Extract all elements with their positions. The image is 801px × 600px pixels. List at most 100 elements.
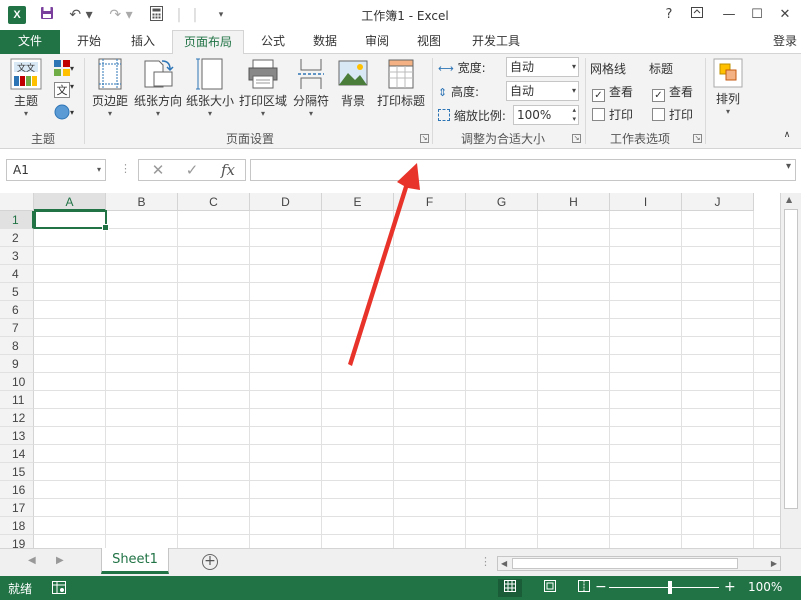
gridlines-view-option[interactable]: ✓ 查看	[592, 83, 633, 102]
breaks-button[interactable]: 分隔符 ▾	[290, 58, 332, 119]
column-header-g[interactable]: G	[466, 193, 538, 211]
prev-sheet-icon[interactable]: ◀	[28, 555, 36, 566]
insert-function-icon[interactable]: fx	[213, 160, 243, 180]
scale-to-fit-dialog-launcher-icon[interactable]: ↘	[572, 134, 581, 143]
margins-button[interactable]: 页边距 ▾	[90, 58, 130, 119]
print-titles-button[interactable]: 打印标题	[374, 58, 428, 109]
row-header-2[interactable]: 2	[0, 229, 34, 247]
zoom-out-button[interactable]: −	[595, 579, 607, 595]
zoom-percentage[interactable]: 100%	[748, 580, 782, 594]
formula-input[interactable]: ▾	[250, 159, 796, 181]
undo-icon[interactable]: ↶ ▾	[66, 6, 96, 24]
zoom-slider-track[interactable]	[609, 587, 719, 588]
row-header-5[interactable]: 5	[0, 283, 34, 301]
save-icon[interactable]	[38, 6, 56, 24]
headings-print-option[interactable]: 打印	[652, 106, 693, 123]
redo-icon[interactable]: ↷ ▾	[106, 6, 136, 24]
next-sheet-icon[interactable]: ▶	[56, 555, 64, 566]
print-area-button[interactable]: 打印区域 ▾	[238, 58, 288, 119]
row-header-13[interactable]: 13	[0, 427, 34, 445]
calculator-icon[interactable]	[146, 6, 166, 24]
cancel-entry-icon[interactable]: ✕	[143, 160, 173, 180]
theme-colors-button[interactable]: ▾	[49, 60, 79, 79]
row-header-15[interactable]: 15	[0, 463, 34, 481]
row-header-19[interactable]: 19	[0, 535, 34, 548]
formula-bar-grip-icon[interactable]: ⋮	[120, 162, 131, 175]
orientation-button[interactable]: 纸张方向 ▾	[133, 58, 183, 119]
arrange-button[interactable]: 排列 ▾	[710, 58, 746, 117]
row-header-10[interactable]: 10	[0, 373, 34, 391]
row-header-18[interactable]: 18	[0, 517, 34, 535]
page-break-preview-icon[interactable]	[572, 579, 596, 597]
worksheet-grid[interactable]: ABCDEFGHIJ 1 2 3 4 5 6 7 8 9 10 11 12 13 14 15 16 17 18 19…	[0, 193, 801, 548]
horizontal-scroll-thumb[interactable]	[512, 558, 738, 569]
headings-view-option[interactable]: ✓ 查看	[652, 83, 693, 102]
row-header-3[interactable]: 3	[0, 247, 34, 265]
headings-view-checkbox[interactable]: ✓	[652, 89, 665, 102]
column-header-h[interactable]: H	[538, 193, 610, 211]
maximize-button[interactable]: ☐	[746, 5, 768, 25]
confirm-entry-icon[interactable]: ✓	[177, 160, 207, 180]
vertical-scrollbar[interactable]: ▲	[780, 193, 801, 548]
customize-qa-icon[interactable]: ▾	[214, 6, 228, 24]
column-header-b[interactable]: B	[106, 193, 178, 211]
page-setup-dialog-launcher-icon[interactable]: ↘	[420, 134, 429, 143]
column-header-e[interactable]: E	[322, 193, 394, 211]
tab-page-layout[interactable]: 页面布局	[172, 30, 244, 55]
collapse-ribbon-icon[interactable]: ∧	[780, 130, 794, 140]
size-button[interactable]: 纸张大小 ▾	[185, 58, 235, 119]
column-header-i[interactable]: I	[610, 193, 682, 211]
tab-formulas[interactable]: 公式	[250, 30, 296, 54]
column-header-c[interactable]: C	[178, 193, 250, 211]
gridlines-print-option[interactable]: 打印	[592, 106, 633, 123]
tab-file[interactable]: 文件	[0, 30, 60, 54]
width-dropdown[interactable]: 自动 ▾	[506, 57, 579, 77]
row-header-12[interactable]: 12	[0, 409, 34, 427]
zoom-in-button[interactable]: +	[724, 579, 736, 595]
close-button[interactable]: ✕	[774, 5, 796, 25]
gridlines-print-checkbox[interactable]	[592, 108, 605, 121]
row-header-1[interactable]: 1	[0, 211, 34, 229]
scale-spinner[interactable]: 100% ▴ ▾	[513, 105, 579, 125]
zoom-slider-thumb[interactable]	[668, 581, 672, 594]
row-header-11[interactable]: 11	[0, 391, 34, 409]
macro-record-icon[interactable]	[52, 581, 66, 597]
row-header-17[interactable]: 17	[0, 499, 34, 517]
help-button[interactable]: ?	[658, 5, 680, 25]
column-header-a[interactable]: A	[34, 193, 106, 211]
page-layout-view-icon[interactable]	[538, 579, 562, 597]
name-box[interactable]: A1 ▾	[6, 159, 106, 181]
column-header-d[interactable]: D	[250, 193, 322, 211]
row-header-9[interactable]: 9	[0, 355, 34, 373]
row-header-4[interactable]: 4	[0, 265, 34, 283]
row-header-16[interactable]: 16	[0, 481, 34, 499]
spinner-arrows-icon[interactable]: ▴ ▾	[572, 106, 576, 124]
sheet-options-dialog-launcher-icon[interactable]: ↘	[693, 134, 702, 143]
row-header-6[interactable]: 6	[0, 301, 34, 319]
add-sheet-button[interactable]: +	[202, 554, 218, 570]
ribbon-display-options-icon[interactable]	[686, 5, 708, 25]
normal-view-icon[interactable]	[498, 579, 522, 597]
scroll-left-icon[interactable]: ◀	[501, 557, 507, 570]
row-header-7[interactable]: 7	[0, 319, 34, 337]
row-header-14[interactable]: 14	[0, 445, 34, 463]
login-link[interactable]: 登录	[773, 30, 797, 52]
scroll-right-icon[interactable]: ▶	[771, 557, 777, 570]
scroll-up-icon[interactable]: ▲	[786, 195, 792, 204]
background-button[interactable]: 背景	[336, 58, 370, 109]
height-dropdown[interactable]: 自动 ▾	[506, 81, 579, 101]
tab-split-grip-icon[interactable]: ⋮	[480, 555, 491, 568]
headings-print-checkbox[interactable]	[652, 108, 665, 121]
tab-view[interactable]: 视图	[406, 30, 452, 54]
tab-data[interactable]: 数据	[302, 30, 348, 54]
cell-area[interactable]	[34, 211, 780, 548]
column-header-j[interactable]: J	[682, 193, 754, 211]
gridlines-view-checkbox[interactable]: ✓	[592, 89, 605, 102]
expand-formula-bar-icon[interactable]: ▾	[786, 161, 791, 172]
themes-button[interactable]: 文文 主题 ▾	[6, 58, 46, 119]
theme-effects-button[interactable]: ▾	[49, 104, 79, 123]
column-header-f[interactable]: F	[394, 193, 466, 211]
select-all-corner[interactable]	[0, 193, 34, 211]
active-cell-a1[interactable]	[34, 210, 109, 231]
vertical-scroll-thumb[interactable]	[784, 209, 798, 509]
